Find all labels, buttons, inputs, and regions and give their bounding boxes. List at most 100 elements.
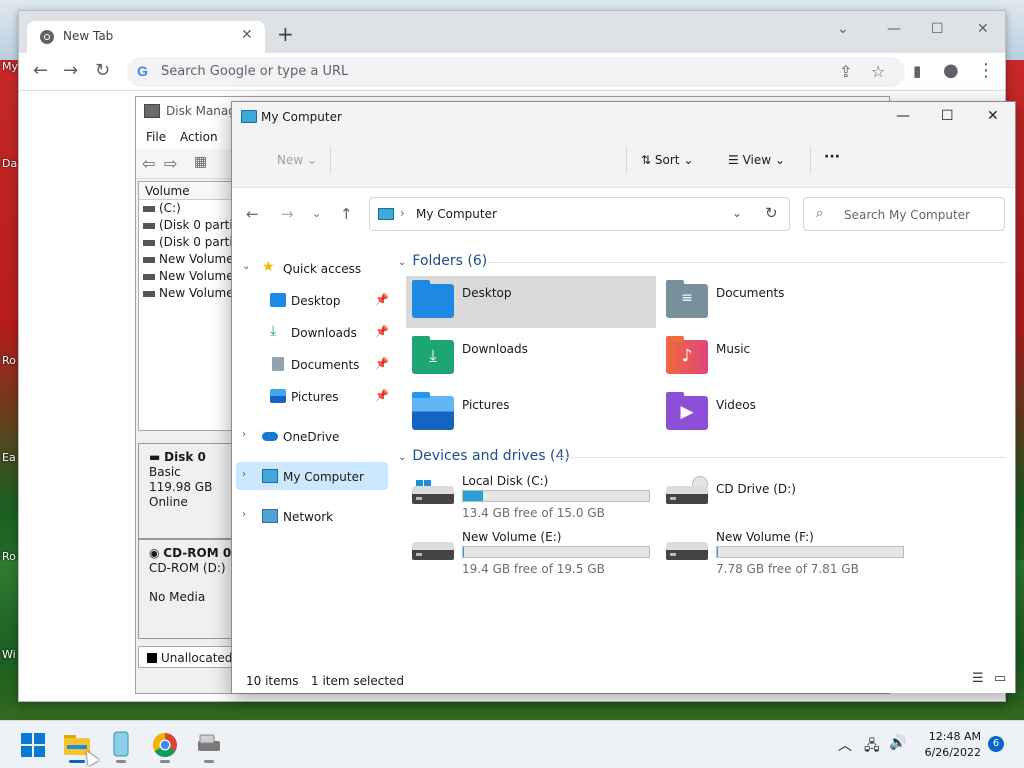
folder-name: Documents xyxy=(716,286,785,300)
tab-search-chevron-icon[interactable]: ⌄ xyxy=(837,21,849,37)
minimize-icon[interactable]: — xyxy=(887,21,901,37)
more-options-icon[interactable]: ··· xyxy=(824,149,840,165)
back-icon[interactable]: ⇦ xyxy=(142,154,155,173)
chevron-right-icon[interactable]: › xyxy=(242,509,246,520)
drive-tile-c[interactable]: Local Disk (C:) 13.4 GB free of 15.0 GB xyxy=(406,468,656,520)
network-icon xyxy=(262,509,278,523)
start-button[interactable] xyxy=(19,731,47,759)
reload-icon[interactable]: ↻ xyxy=(95,61,110,81)
omnibox[interactable]: G Search Google or type a URL ⇪ ☆ xyxy=(127,57,905,87)
chevron-right-icon[interactable]: › xyxy=(242,429,246,440)
chevron-right-icon[interactable]: › xyxy=(242,469,246,480)
section-divider xyxy=(556,457,1006,458)
show-hidden-icons-chevron-icon[interactable]: ︿ xyxy=(838,735,852,755)
notification-badge[interactable]: 6 xyxy=(988,736,1004,752)
desktop-icon-label[interactable]: Da xyxy=(2,157,17,170)
close-icon[interactable]: ✕ xyxy=(987,108,999,124)
google-icon: G xyxy=(137,63,148,79)
drive-usage-fill xyxy=(717,547,718,557)
back-icon[interactable]: ← xyxy=(246,205,259,223)
running-indicator xyxy=(204,760,214,763)
new-label: New xyxy=(277,153,304,167)
refresh-icon[interactable]: ↻ xyxy=(765,204,778,222)
folder-tile-pictures[interactable]: Pictures xyxy=(406,388,656,440)
drive-tile-f[interactable]: New Volume (F:) 7.78 GB free of 7.81 GB xyxy=(660,524,910,576)
chevron-down-icon[interactable]: ⌄ xyxy=(732,206,742,220)
menu-file[interactable]: File xyxy=(146,130,166,144)
chrome-menu-icon[interactable]: ⋮ xyxy=(977,61,995,81)
nav-my-computer[interactable]: › My Computer xyxy=(236,462,388,490)
desktop-icon-label[interactable]: Ro xyxy=(2,354,16,367)
drives-section-header[interactable]: ⌄ Devices and drives (4) xyxy=(398,448,570,464)
explorer-titlebar[interactable]: My Computer — ☐ ✕ xyxy=(232,102,1015,132)
nav-pictures[interactable]: Pictures 📌 xyxy=(236,382,389,410)
taskbar: ︿ 🖧 🔊 12:48 AM 6/26/2022 6 xyxy=(0,720,1024,768)
window-title: My Computer xyxy=(261,110,342,124)
tiles-view-icon[interactable]: ▭ xyxy=(994,671,1006,686)
new-button[interactable]: New ⌄ xyxy=(277,153,317,167)
taskbar-chrome[interactable] xyxy=(151,731,179,763)
drive-tile-e[interactable]: New Volume (E:) 19.4 GB free of 19.5 GB xyxy=(406,524,656,576)
desktop-icon-label[interactable]: Ro xyxy=(2,550,16,563)
share-icon[interactable]: ⇪ xyxy=(839,62,852,81)
tab-new-tab[interactable]: New Tab ✕ xyxy=(27,21,265,53)
maximize-icon[interactable]: ☐ xyxy=(941,108,954,124)
taskbar-disk-management[interactable] xyxy=(195,731,223,763)
details-view-icon[interactable]: ☰ xyxy=(972,671,984,686)
maximize-icon[interactable]: ☐ xyxy=(931,21,944,37)
nav-downloads[interactable]: ⤓ Downloads 📌 xyxy=(236,318,389,346)
folders-section-header[interactable]: ⌄ Folders (6) xyxy=(398,253,487,269)
folder-tile-videos[interactable]: ▶ Videos xyxy=(660,388,910,440)
nav-onedrive[interactable]: › OneDrive xyxy=(236,422,388,450)
forward-icon[interactable]: → xyxy=(63,61,78,81)
forward-icon[interactable]: ⇨ xyxy=(164,154,177,173)
nav-desktop[interactable]: Desktop 📌 xyxy=(236,286,389,314)
tab-title: New Tab xyxy=(63,29,114,43)
search-input[interactable]: ⌕ Search My Computer xyxy=(803,197,1005,231)
nav-quick-access[interactable]: ⌄ ★ Quick access xyxy=(236,254,388,282)
profile-avatar-icon[interactable]: ● xyxy=(943,61,959,81)
drive-usage-bar xyxy=(462,490,650,502)
volume-icon[interactable]: 🔊 xyxy=(889,735,906,751)
folder-tile-documents[interactable]: ≡ Documents xyxy=(660,276,910,328)
view-button[interactable]: ☰ View ⌄ xyxy=(728,153,785,167)
address-bar[interactable]: › My Computer ⌄ ↻ xyxy=(369,197,790,231)
minimize-icon[interactable]: — xyxy=(896,108,910,124)
drive-tile-d[interactable]: CD Drive (D:) xyxy=(660,468,910,520)
nav-documents[interactable]: Documents 📌 xyxy=(236,350,389,378)
computer-icon xyxy=(241,110,257,123)
cdrom-name: CD-ROM 0 xyxy=(163,546,232,560)
properties-icon[interactable]: ▦ xyxy=(194,154,207,170)
section-divider xyxy=(486,262,1006,263)
close-icon[interactable]: ✕ xyxy=(977,21,989,37)
chevron-down-icon: ⌄ xyxy=(683,153,694,167)
clock[interactable]: 12:48 AM 6/26/2022 xyxy=(905,729,995,761)
desktop-icon-label[interactable]: Wi xyxy=(2,648,16,661)
up-icon[interactable]: ↑ xyxy=(340,205,353,223)
network-icon[interactable]: 🖧 xyxy=(864,735,880,759)
new-tab-icon[interactable]: + xyxy=(277,24,294,44)
side-panel-icon[interactable]: ▮ xyxy=(913,61,921,81)
address-path[interactable]: My Computer xyxy=(416,207,497,221)
recent-chevron-icon[interactable]: ⌄ xyxy=(312,207,321,220)
forward-icon[interactable]: → xyxy=(281,205,294,223)
bookmark-star-icon[interactable]: ☆ xyxy=(871,62,885,81)
tab-close-icon[interactable]: ✕ xyxy=(241,27,253,43)
pictures-icon xyxy=(270,389,286,403)
nav-network[interactable]: › Network xyxy=(236,502,388,530)
folder-tile-downloads[interactable]: ⤓ Downloads xyxy=(406,332,656,384)
desktop-icon-label[interactable]: My xyxy=(2,60,18,73)
computer-icon xyxy=(378,208,394,220)
chevron-right-icon[interactable]: › xyxy=(400,206,405,220)
chevron-down-icon[interactable]: ⌄ xyxy=(242,261,250,272)
sort-button[interactable]: ⇅ Sort ⌄ xyxy=(641,153,693,167)
folder-tile-music[interactable]: ♪ Music xyxy=(660,332,910,384)
drive-name: New Volume (F:) xyxy=(716,530,814,544)
desktop-icon-label[interactable]: Ea xyxy=(2,451,16,464)
desktop-folder-icon xyxy=(412,280,454,318)
taskbar-app[interactable] xyxy=(107,731,135,763)
back-icon[interactable]: ← xyxy=(33,61,48,81)
folder-tile-desktop[interactable]: Desktop xyxy=(406,276,656,328)
menu-action[interactable]: Action xyxy=(180,130,218,144)
status-selection: 1 item selected xyxy=(311,674,405,688)
